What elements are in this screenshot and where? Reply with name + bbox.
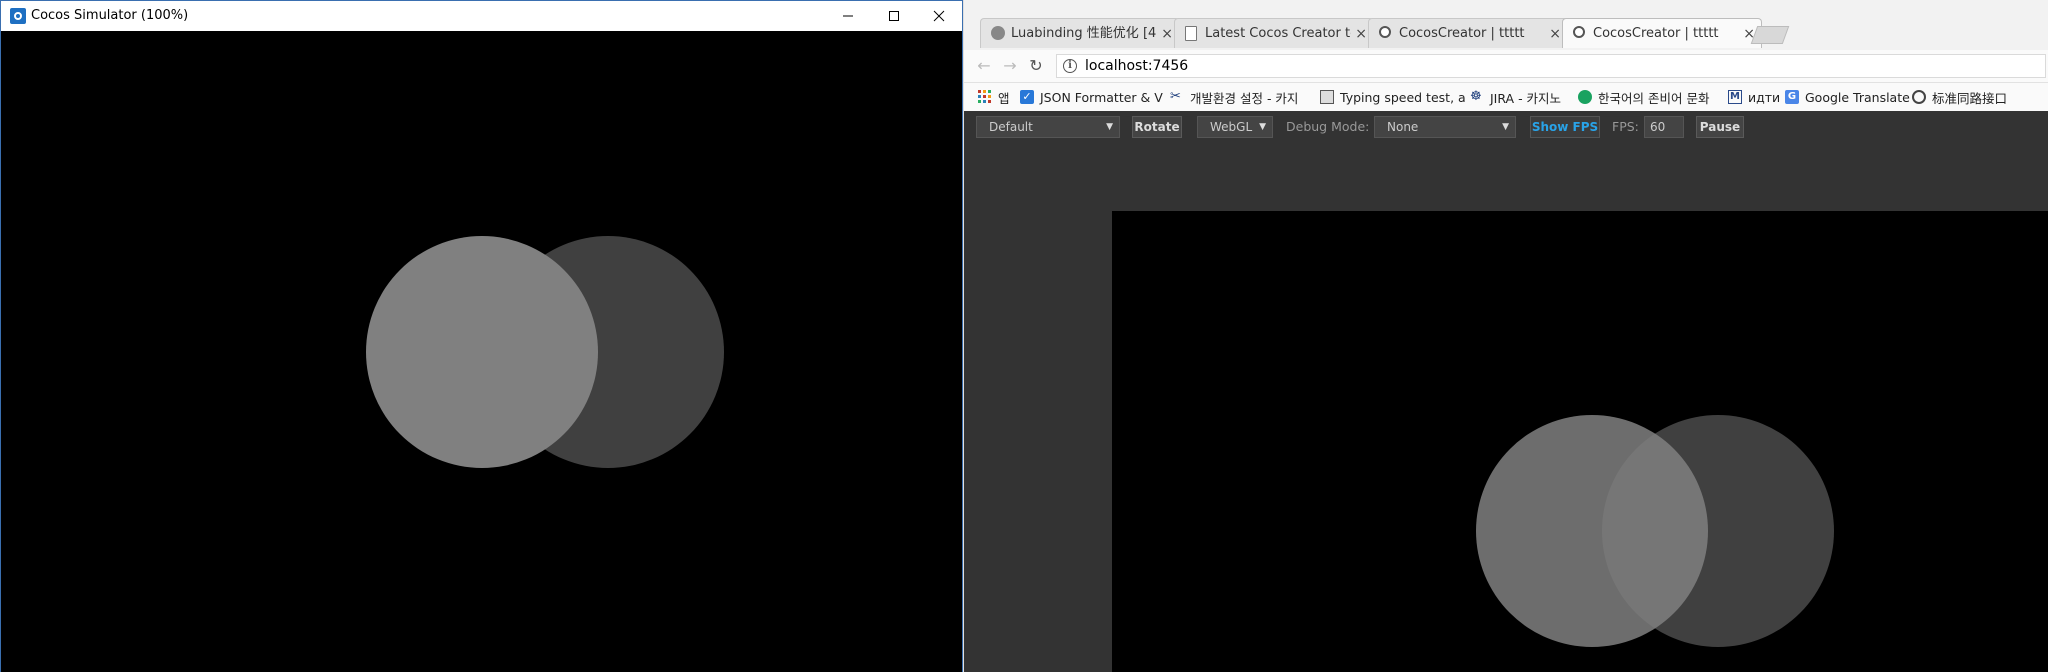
bookmark-standard-api[interactable]: 标准同路接口 xyxy=(1912,83,2007,111)
fps-input[interactable]: 60 xyxy=(1644,116,1684,138)
bookmark-apps[interactable]: 앱 xyxy=(978,83,1010,111)
bookmark-korean-culture[interactable]: 한국어의 존비어 문화 xyxy=(1578,83,1709,111)
tab-title: Luabinding 性能优化 [4 xyxy=(1011,26,1157,41)
checkbox-icon: ✓ xyxy=(1020,90,1034,104)
keyboard-icon xyxy=(1320,90,1334,104)
document-icon xyxy=(1185,26,1197,41)
close-button[interactable] xyxy=(916,1,962,31)
cocos-app-icon xyxy=(10,8,26,24)
preview-page: Default ▼ Rotate WebGL ▼ Debug Mode: Non… xyxy=(964,111,2048,672)
bookmark-dev-env[interactable]: ✂ 개발환경 설정 - 카지 xyxy=(1170,83,1298,111)
bookmark-google-translate[interactable]: G Google Translate xyxy=(1785,83,1910,111)
fps-label: FPS: xyxy=(1612,119,1639,134)
debug-mode-label: Debug Mode: xyxy=(1286,119,1370,134)
tab-close-icon[interactable]: × xyxy=(1355,19,1367,48)
bookmark-label: JSON Formatter & V xyxy=(1040,89,1163,105)
new-tab-button[interactable] xyxy=(1750,26,1790,44)
renderer-select-value: WebGL xyxy=(1210,120,1253,134)
bookmark-label: 개발환경 설정 - 카지 xyxy=(1190,90,1299,106)
m-icon: M xyxy=(1728,90,1742,104)
chat-icon xyxy=(991,26,1005,40)
forward-button[interactable]: → xyxy=(998,55,1022,77)
preview-game-canvas[interactable] xyxy=(1112,211,2048,672)
bookmark-label: 한국어의 존비어 문화 xyxy=(1598,90,1710,106)
browser-window: Luabinding 性能优化 [4 × Latest Cocos Creato… xyxy=(964,0,2048,672)
maximize-button[interactable] xyxy=(871,1,917,31)
simulator-title: Cocos Simulator (100%) xyxy=(31,8,189,23)
maximize-icon xyxy=(889,11,899,21)
tab-close-icon[interactable]: × xyxy=(1161,19,1173,48)
tools-icon: ✂ xyxy=(1170,89,1181,104)
tab-luabinding[interactable]: Luabinding 性能优化 [4 × xyxy=(980,18,1180,48)
site-icon xyxy=(1578,90,1592,104)
debug-mode-select[interactable]: None ▼ xyxy=(1374,116,1516,138)
debug-mode-select-value: None xyxy=(1387,120,1419,134)
preview-control-bar: Default ▼ Rotate WebGL ▼ Debug Mode: Non… xyxy=(964,111,2048,145)
back-button[interactable]: ← xyxy=(972,55,996,77)
tab-close-icon[interactable]: × xyxy=(1549,19,1561,48)
browser-toolbar: ← → ↻ i localhost:7456 xyxy=(964,50,2048,83)
apps-grid-icon xyxy=(978,90,991,103)
bookmark-label: Google Translate xyxy=(1805,89,1910,105)
tab-title: CocosCreator | ttttt xyxy=(1593,26,1719,41)
bookmarks-bar: 앱 ✓ JSON Formatter & V ✂ 개발환경 설정 - 카지 Ty… xyxy=(964,83,2048,112)
minimize-button[interactable] xyxy=(825,1,871,31)
tab-latest-cocos[interactable]: Latest Cocos Creator to × xyxy=(1174,18,1374,48)
show-fps-button[interactable]: Show FPS xyxy=(1530,116,1600,138)
bookmark-json-formatter[interactable]: ✓ JSON Formatter & V xyxy=(1020,83,1163,111)
reload-button[interactable]: ↻ xyxy=(1024,55,1048,77)
dropdown-arrow-icon: ▼ xyxy=(1259,122,1266,132)
cocos-icon xyxy=(1912,90,1926,104)
bookmark-typing-test[interactable]: Typing speed test, a xyxy=(1320,83,1466,111)
device-select-value: Default xyxy=(989,120,1033,134)
simulator-titlebar[interactable]: Cocos Simulator (100%) xyxy=(1,1,962,31)
info-icon[interactable]: i xyxy=(1063,59,1077,73)
bookmark-label: 앱 xyxy=(998,90,1010,106)
tab-title: CocosCreator | ttttt xyxy=(1399,26,1525,41)
bookmark-label: идти xyxy=(1748,89,1781,105)
minimize-icon xyxy=(843,15,853,17)
device-select[interactable]: Default ▼ xyxy=(976,116,1120,138)
bookmark-label: JIRA - 카지노 xyxy=(1490,90,1562,106)
renderer-select[interactable]: WebGL ▼ xyxy=(1197,116,1273,138)
rotate-button[interactable]: Rotate xyxy=(1132,116,1182,138)
bookmark-label: 标准同路接口 xyxy=(1932,90,2008,106)
jira-icon: ☸ xyxy=(1470,89,1482,104)
tab-cocoscreator-1[interactable]: CocosCreator | ttttt × xyxy=(1368,18,1568,48)
light-circle xyxy=(366,236,598,468)
bookmark-idti[interactable]: M идти xyxy=(1728,83,1780,111)
cocos-icon xyxy=(1573,26,1585,38)
simulator-game-canvas[interactable] xyxy=(1,31,962,672)
light-circle xyxy=(1476,415,1708,647)
tab-title: Latest Cocos Creator to xyxy=(1205,26,1351,41)
tab-cocoscreator-active[interactable]: CocosCreator | ttttt × xyxy=(1562,18,1762,48)
pause-button[interactable]: Pause xyxy=(1696,116,1744,138)
close-icon xyxy=(933,10,945,22)
bookmark-label: Typing speed test, a xyxy=(1340,89,1466,105)
dropdown-arrow-icon: ▼ xyxy=(1502,122,1509,132)
translate-icon: G xyxy=(1785,90,1799,104)
simulator-window: Cocos Simulator (100%) xyxy=(0,0,963,672)
tab-strip: Luabinding 性能优化 [4 × Latest Cocos Creato… xyxy=(964,0,2048,50)
bookmark-jira[interactable]: ☸ JIRA - 카지노 xyxy=(1470,83,1561,111)
url-text: localhost:7456 xyxy=(1085,58,1189,74)
cocos-icon xyxy=(1379,26,1391,38)
address-bar[interactable]: i localhost:7456 xyxy=(1056,54,2046,78)
dropdown-arrow-icon: ▼ xyxy=(1106,122,1113,132)
